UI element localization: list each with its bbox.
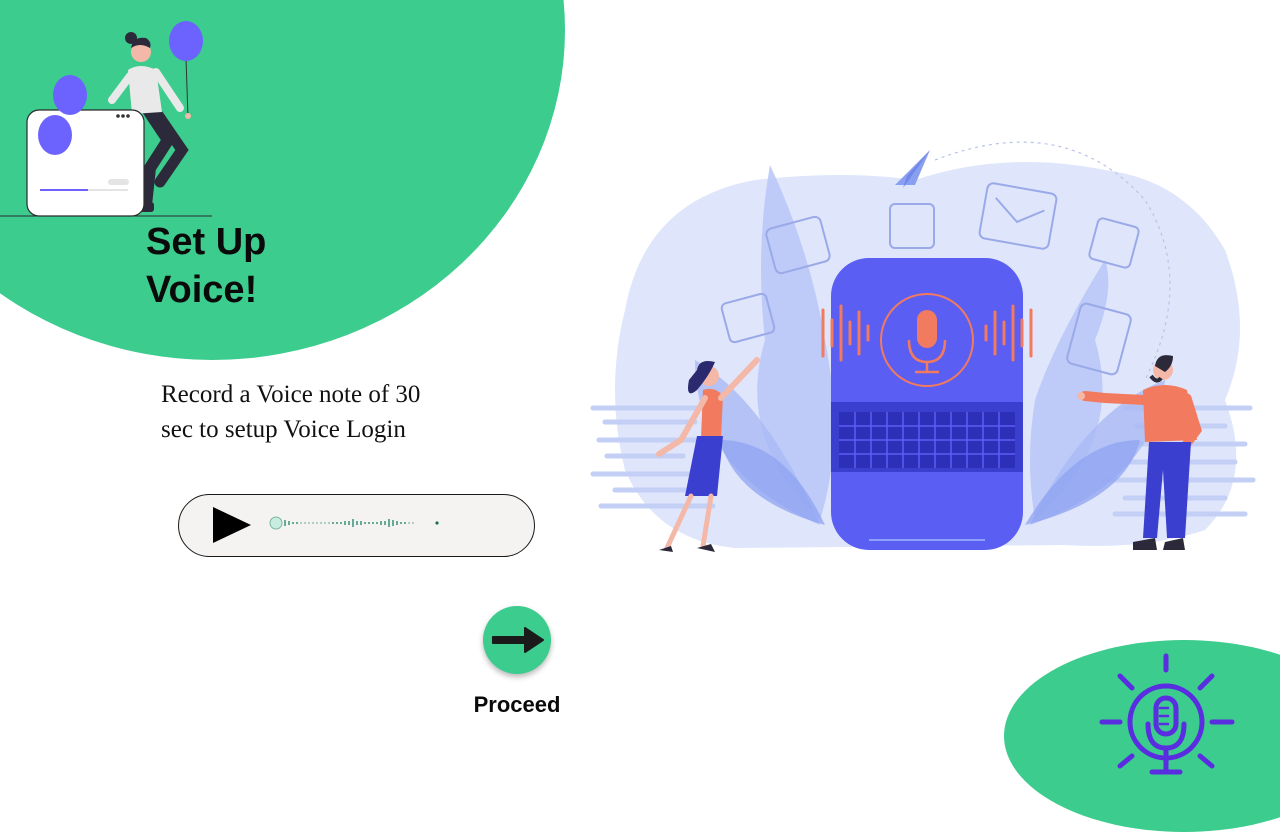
proceed-button[interactable] [483, 606, 551, 674]
woman-balloons-illustration [0, 21, 212, 217]
page-title: Set Up Voice! [146, 218, 366, 314]
play-icon [213, 507, 251, 543]
lightbulb-microphone-icon [1099, 653, 1235, 775]
audio-waveform[interactable] [267, 509, 467, 537]
title-line-1: Set Up [146, 221, 267, 263]
proceed-label: Proceed [473, 692, 561, 717]
smart-speaker-illustration [590, 141, 1256, 552]
instruction-line-1: Record a Voice note of 30 [161, 381, 421, 408]
instruction-text: Record a Voice note of 30 sec to setup V… [161, 377, 491, 447]
arrow-right-icon [492, 627, 544, 653]
title-line-2: Voice! [146, 269, 258, 311]
play-button[interactable] [211, 505, 253, 545]
voice-note-player [178, 494, 535, 557]
instruction-line-2: sec to setup Voice Login [161, 416, 406, 443]
voice-setup-page: Set Up Voice! Record a Voice note of 30 … [0, 0, 1280, 832]
